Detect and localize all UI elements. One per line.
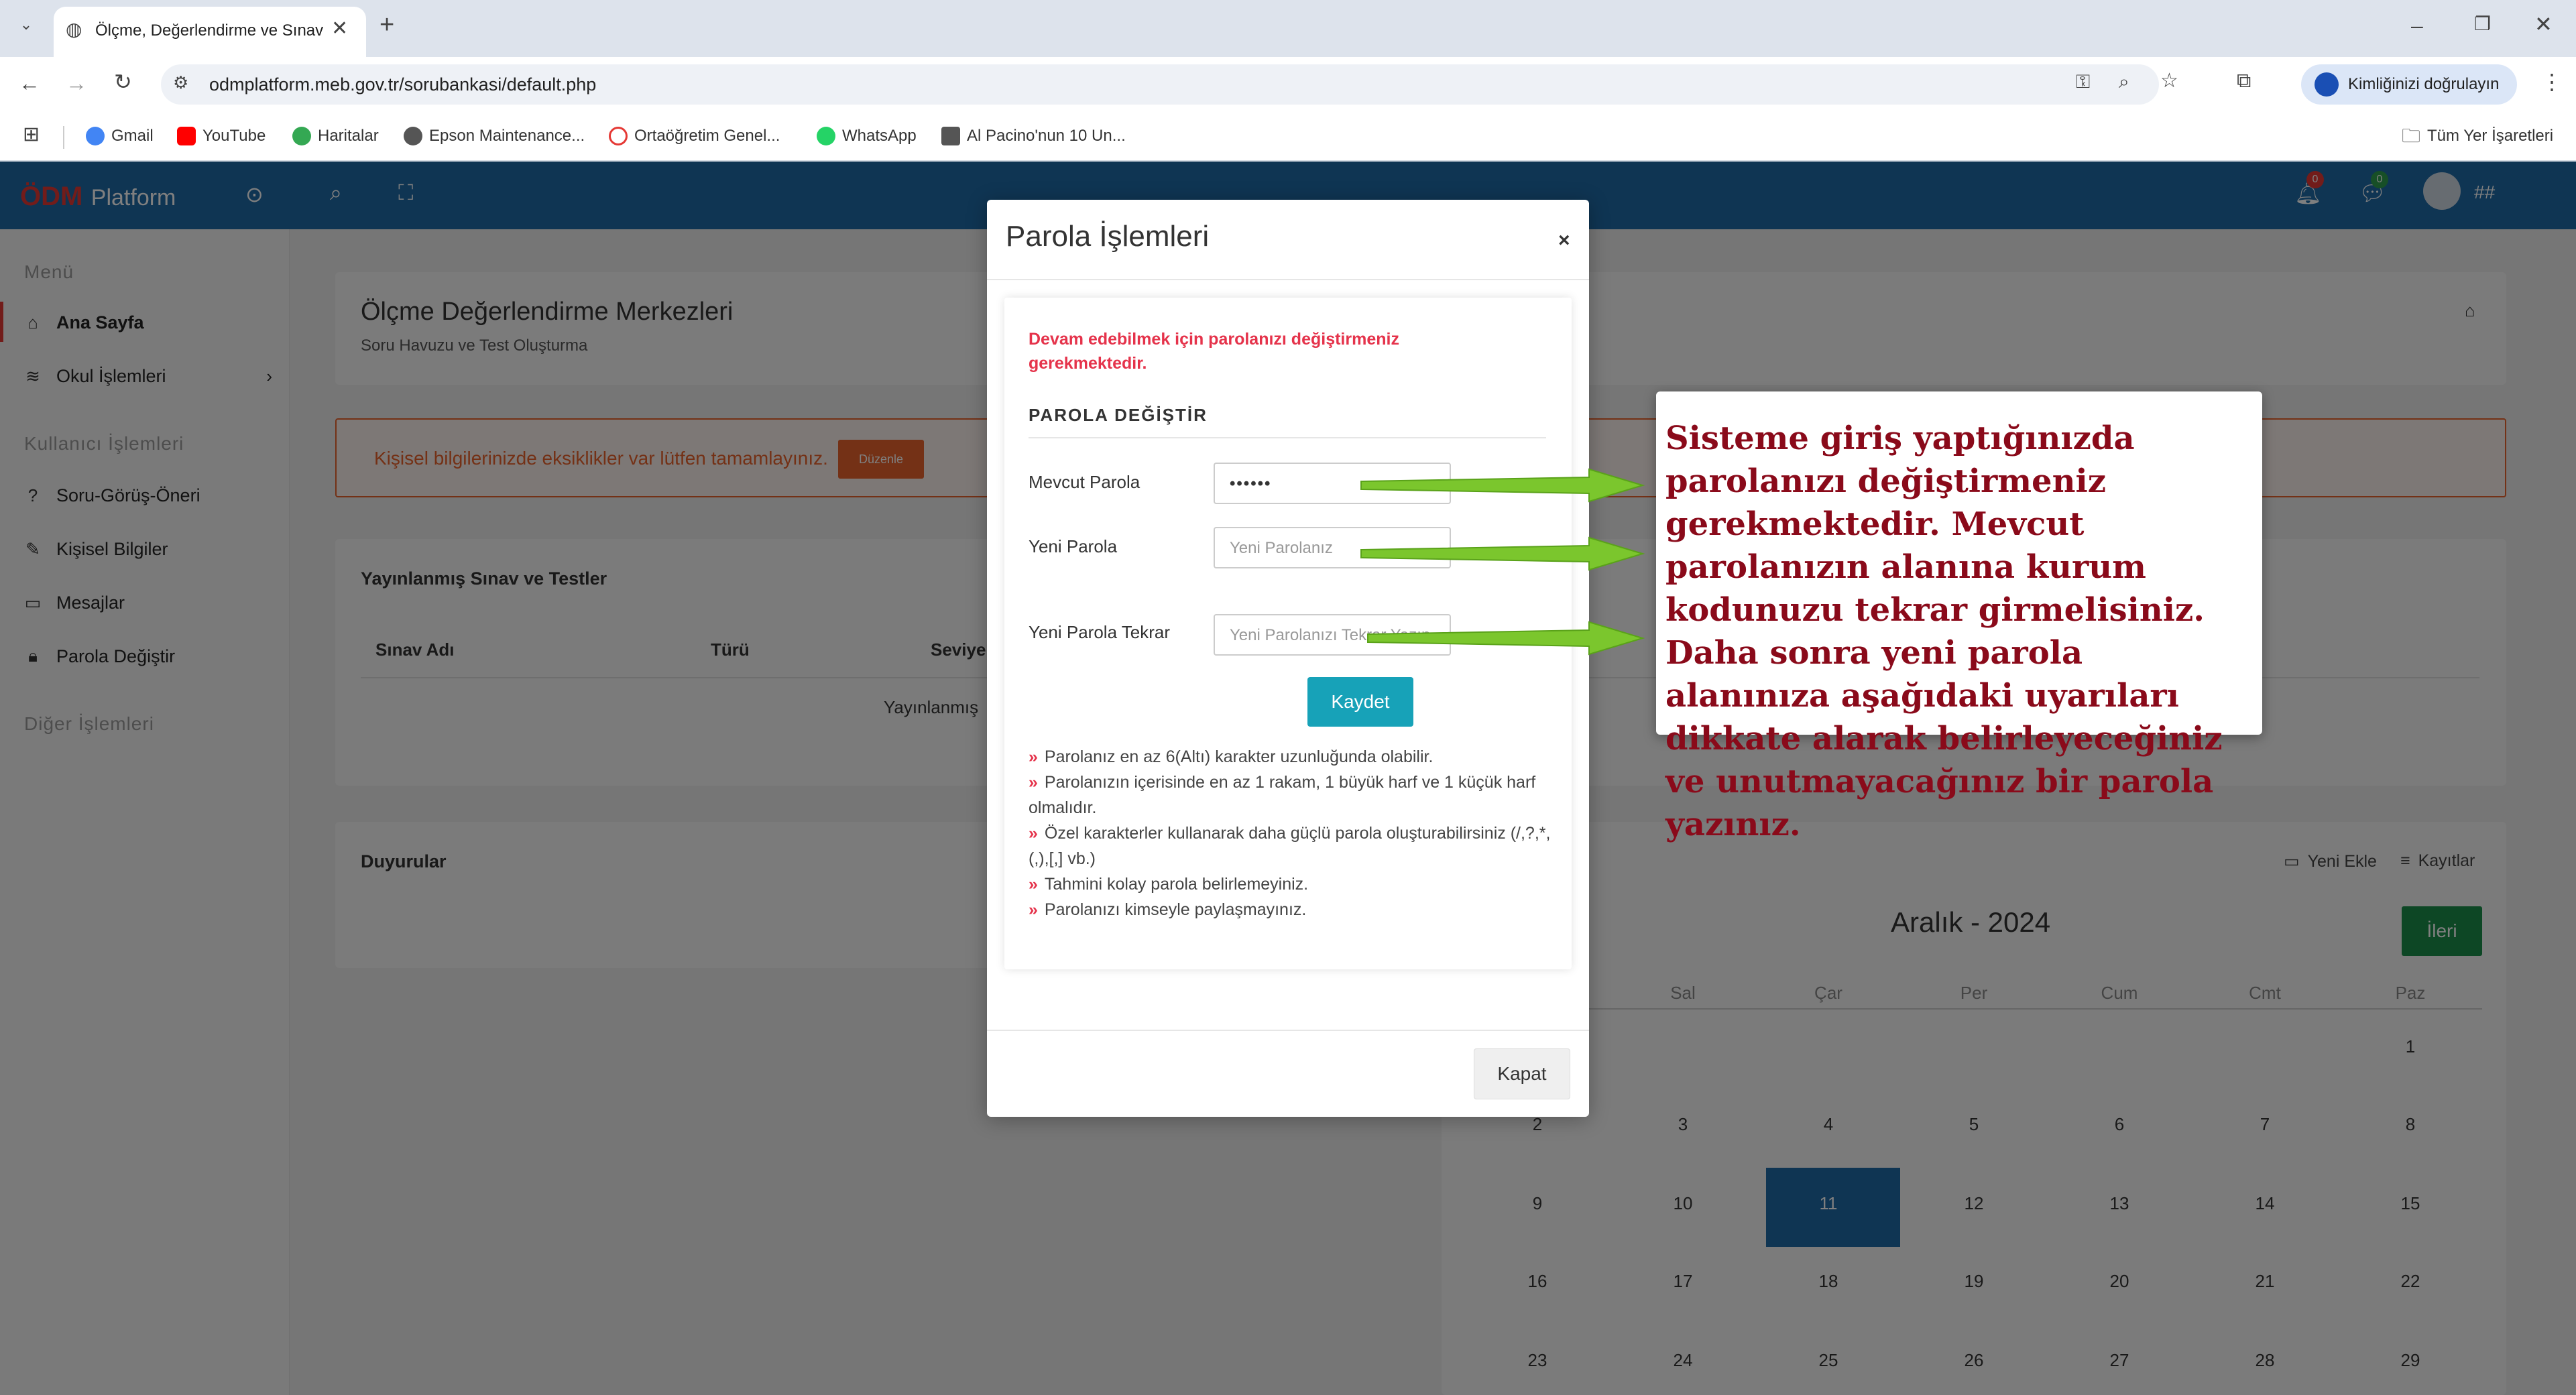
google-icon [86,127,105,145]
bookmark-alpacino[interactable]: Al Pacino'nun 10 Un... [941,123,1126,149]
bookmark-label: Epson Maintenance... [429,127,585,145]
url-text: odmplatform.meb.gov.tr/sorubankasi/defau… [209,74,597,95]
current-password-input[interactable]: •••••• [1214,463,1451,504]
rule-text: Parolanızı kimseyle paylaşmayınız. [1044,900,1307,919]
confirm-password-input[interactable]: Yeni Parolanızı Tekrar Yazın [1214,614,1451,656]
globe-icon [404,127,422,145]
back-icon[interactable]: ← [19,72,40,94]
section-title: PAROLA DEĞİŞTİR [1029,405,1208,425]
folder-icon: 🗀 [2402,125,2421,146]
whatsapp-icon [817,127,835,145]
youtube-icon [177,127,196,145]
all-bookmarks[interactable]: 🗀 Tüm Yer İşaretleri [2402,123,2553,149]
new-password-input[interactable]: Yeni Parolanız [1214,527,1451,568]
profile-label: Kimliğinizi doğrulayın [2348,75,2500,93]
bookmark-label: Al Pacino'nun 10 Un... [967,127,1126,145]
bookmarks-divider [63,126,64,149]
extensions-icon[interactable]: ⧉ [2237,71,2251,91]
rule-3: » Özel karakterler kullanarak daha güçlü … [1029,821,1558,871]
zoom-icon[interactable]: ⌕ [2119,72,2129,91]
forward-icon[interactable]: → [66,72,87,94]
rule-text: Tahmini kolay parola belirlemeyiniz. [1044,875,1309,894]
bookmark-epson[interactable]: Epson Maintenance... [404,123,585,149]
menu-kebab-icon[interactable]: ⋮ [2541,71,2563,93]
browser-tab[interactable]: ◍ Ölçme, Değerlendirme ve Sınav ✕ [54,7,366,57]
tab-close-icon[interactable]: ✕ [331,19,348,39]
minimize-icon[interactable]: – [2411,15,2423,36]
tab-title: Ölçme, Değerlendirme ve Sınav [95,21,323,40]
instruction-callout: Sisteme giriş yaptığınızda parolanızı de… [1656,391,2262,843]
all-bookmarks-label: Tüm Yer İşaretleri [2427,127,2554,145]
rule-text: Özel karakterler kullanarak daha güçlü p… [1029,824,1551,868]
bookmark-label: Ortaöğretim Genel... [634,127,780,145]
address-bar[interactable]: ⚙ odmplatform.meb.gov.tr/sorubankasi/def… [161,64,2178,105]
bookmark-star-icon[interactable]: ☆ [2160,71,2178,91]
bookmark-label: Gmail [111,127,154,145]
meb-logo-icon [609,127,628,145]
rule-text: Parolanızın içerisinde en az 1 rakam, 1 … [1029,773,1536,817]
close-button[interactable]: Kapat [1474,1048,1570,1099]
password-key-icon[interactable]: ⚿ [2076,72,2090,91]
password-warning: Devam edebilmek için parolanızı değiştir… [1029,330,1399,373]
tab-search-icon[interactable]: ⌄ [16,17,36,38]
bookmark-label: YouTube [202,127,266,145]
reload-icon[interactable]: ↻ [114,71,132,93]
new-tab-button[interactable]: + [379,12,394,38]
rule-4: » Tahmini kolay parola belirlemeyiniz. [1029,871,1558,897]
modal-title: Parola İşlemleri [1006,220,1210,253]
site-settings-icon[interactable]: ⚙ [173,74,188,91]
section-divider [1029,437,1546,438]
restore-icon[interactable]: ❐ [2474,15,2491,34]
globe-icon: ◍ [66,19,82,40]
bookmark-label: WhatsApp [842,127,917,145]
rule-text: Parolanız en az 6(Altı) karakter uzunluğ… [1044,747,1433,766]
bullet-icon: » [1029,773,1038,792]
apps-grid-icon[interactable]: ⊞ [23,125,40,145]
bullet-icon: » [1029,747,1038,766]
avatar-icon [2315,72,2339,97]
bullet-icon: » [1029,900,1038,919]
rule-5: » Parolanızı kimseyle paylaşmayınız. [1029,897,1558,922]
modal-header-divider [987,279,1589,280]
confirm-password-label: Yeni Parola Tekrar [1029,622,1171,642]
maps-pin-icon [292,127,311,145]
bookmark-maps[interactable]: Haritalar [292,123,379,149]
modal-close-x[interactable]: × [1558,229,1570,252]
bookmark-youtube[interactable]: YouTube [177,123,266,149]
new-password-label: Yeni Parola [1029,536,1118,556]
bookmark-ortaogretim[interactable]: Ortaöğretim Genel... [609,123,780,149]
profile-button[interactable]: Kimliğinizi doğrulayın [2301,64,2517,105]
modal-footer-divider [987,1030,1589,1031]
bookmark-gmail[interactable]: Gmail [86,123,154,149]
bookmarks-bar [0,113,2576,162]
bookmark-label: Haritalar [318,127,379,145]
bullet-icon: » [1029,824,1038,843]
save-button[interactable]: Kaydet [1307,677,1413,727]
page-icon [941,127,960,145]
password-modal: Parola İşlemleri × Devam edebilmek için … [987,200,1589,1117]
rule-1: » Parolanız en az 6(Altı) karakter uzunlu… [1029,744,1558,770]
rule-2: » Parolanızın içerisinde en az 1 rakam, 1… [1029,770,1558,821]
close-window-icon[interactable]: ✕ [2534,13,2553,35]
bookmark-whatsapp[interactable]: WhatsApp [817,123,917,149]
bullet-icon: » [1029,875,1038,894]
current-password-label: Mevcut Parola [1029,472,1140,492]
